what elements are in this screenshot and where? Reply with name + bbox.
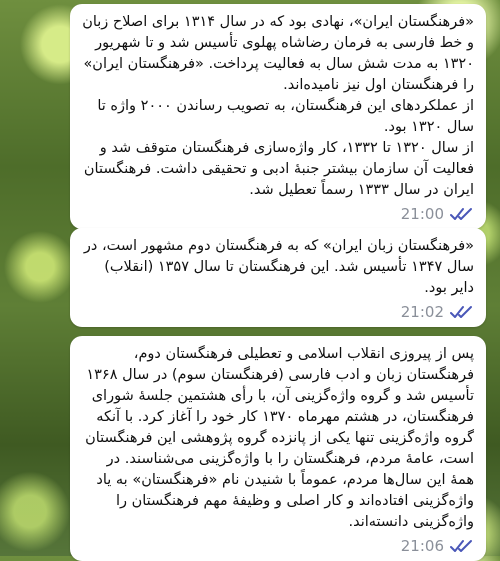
- message-bubble[interactable]: پس از پیروزی انقلاب اسلامی و تعطیلی فرهن…: [70, 336, 486, 561]
- message-time: 21:00: [400, 205, 444, 223]
- message-time: 21:06: [400, 537, 444, 555]
- double-check-icon: [450, 208, 472, 220]
- message-meta: 21:02: [82, 303, 474, 321]
- message-meta: 21:00: [82, 205, 474, 223]
- message-meta: 21:06: [82, 537, 474, 555]
- message-bubble[interactable]: «فرهنگستان زبان ایران» که به فرهنگستان د…: [70, 228, 486, 327]
- double-check-icon: [450, 306, 472, 318]
- message-time: 21:02: [400, 303, 444, 321]
- message-text: پس از پیروزی انقلاب اسلامی و تعطیلی فرهن…: [85, 346, 474, 530]
- message-bubble[interactable]: «فرهنگستان ایران»، نهادی بود که در سال ۱…: [70, 4, 486, 229]
- double-check-icon: [450, 540, 472, 552]
- message-text: «فرهنگستان زبان ایران» که به فرهنگستان د…: [83, 238, 474, 296]
- message-text: «فرهنگستان ایران»، نهادی بود که در سال ۱…: [82, 14, 474, 198]
